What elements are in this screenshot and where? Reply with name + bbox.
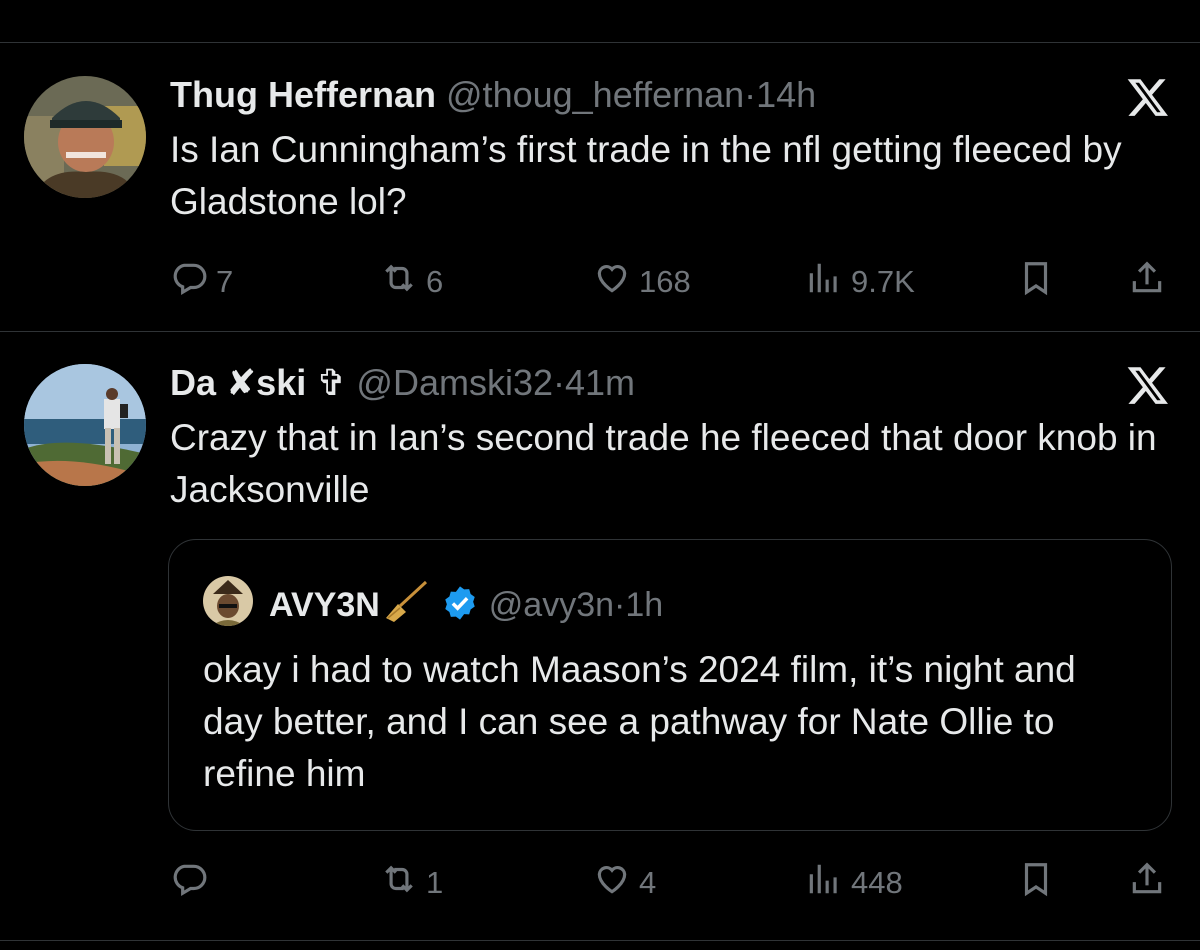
tweet-actions: 1 4 448 [0, 860, 1200, 900]
separator-dot: · [553, 362, 566, 403]
views-icon [805, 259, 851, 305]
quoted-avatar[interactable] [203, 576, 253, 626]
tweet[interactable]: Da ✘ski ✞ @Damski32·41m Crazy that in Ia… [0, 332, 1200, 940]
timestamp[interactable]: 41m [565, 362, 635, 403]
like-button[interactable]: 168 [593, 259, 691, 305]
quoted-header: AVY3N @avy3n·1h [269, 578, 663, 633]
timeline: Thug Heffernan @thoug_heffernan·14h Is I… [0, 0, 1200, 950]
repost-button[interactable]: 6 [380, 259, 443, 305]
author-handle[interactable]: @thoug_heffernan [446, 74, 744, 115]
verified-badge-icon [441, 584, 479, 633]
views-count: 448 [851, 865, 903, 900]
avatar[interactable] [24, 76, 146, 198]
reply-button[interactable]: 7 [170, 259, 233, 305]
repost-icon [380, 860, 426, 906]
tweet-actions: 7 6 168 9.7K [0, 259, 1200, 299]
avatar[interactable] [24, 364, 146, 486]
share-button[interactable] [1128, 860, 1174, 906]
bookmark-icon [1017, 259, 1063, 305]
separator-dot: · [744, 74, 757, 115]
reply-icon [170, 860, 216, 906]
bookmark-button[interactable] [1017, 259, 1063, 305]
tweet-text: Crazy that in Ian’s second trade he flee… [170, 417, 1157, 510]
like-count: 168 [639, 264, 691, 299]
x-logo-icon [1126, 75, 1170, 119]
like-icon [593, 259, 639, 305]
share-icon [1128, 259, 1174, 305]
repost-icon [380, 259, 426, 305]
tweet-header: Da ✘ski ✞ @Damski32·41m [170, 361, 635, 405]
like-count: 4 [639, 865, 657, 900]
tweet-text: Is Ian Cunningham’s first trade in the n… [170, 129, 1122, 222]
bookmark-button[interactable] [1017, 860, 1063, 906]
reply-count: 7 [216, 264, 234, 299]
share-button[interactable] [1128, 259, 1174, 305]
tweet[interactable]: Thug Heffernan @thoug_heffernan·14h Is I… [0, 43, 1200, 331]
repost-count: 1 [426, 865, 444, 900]
broom-icon [380, 578, 432, 633]
views-icon [805, 860, 851, 906]
tweet-divider [0, 940, 1200, 941]
repost-count: 6 [426, 264, 444, 299]
tweet-header: Thug Heffernan @thoug_heffernan·14h [170, 73, 816, 117]
author-name[interactable]: Thug Heffernan [170, 74, 436, 115]
quoted-author-name[interactable]: AVY3N [269, 586, 380, 624]
quoted-tweet[interactable]: AVY3N @avy3n·1h okay i had to watch Maas… [168, 539, 1172, 831]
views-count: 9.7K [851, 264, 915, 299]
reply-icon [170, 259, 216, 305]
bookmark-icon [1017, 860, 1063, 906]
reply-button[interactable] [170, 860, 216, 906]
author-handle[interactable]: @Damski32 [356, 362, 553, 403]
timestamp[interactable]: 14h [756, 74, 816, 115]
views-button[interactable]: 9.7K [805, 259, 915, 305]
quoted-text: okay i had to watch Maason’s 2024 film, … [203, 649, 1076, 794]
share-icon [1128, 860, 1174, 906]
views-button[interactable]: 448 [805, 860, 903, 906]
author-name[interactable]: Da ✘ski ✞ [170, 362, 346, 403]
quoted-timestamp[interactable]: 1h [625, 586, 663, 624]
repost-button[interactable]: 1 [380, 860, 443, 906]
x-logo-icon [1126, 363, 1170, 407]
separator-dot: · [614, 586, 626, 624]
like-button[interactable]: 4 [593, 860, 656, 906]
like-icon [593, 860, 639, 906]
quoted-author-handle[interactable]: @avy3n [489, 586, 614, 624]
